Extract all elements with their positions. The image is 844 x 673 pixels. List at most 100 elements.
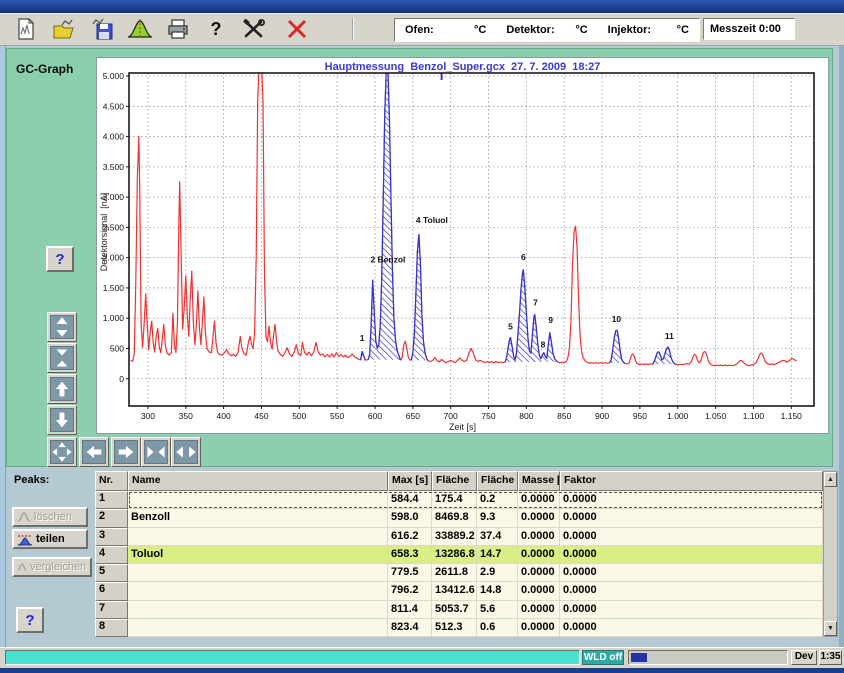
cell-flaeche_pct[interactable]: 0.6 [477, 619, 518, 637]
column-header[interactable]: Max [s] [388, 471, 432, 491]
cell-flaeche[interactable]: 175.4 [432, 491, 477, 509]
cell-max_s[interactable]: 796.2 [388, 582, 432, 600]
cell-flaeche[interactable]: 13412.6 [432, 582, 477, 600]
zoom-collapse-horizontal-button[interactable] [141, 437, 171, 467]
window-titlebar[interactable] [0, 0, 844, 13]
row-number-cell[interactable]: 7 [95, 601, 128, 619]
column-header[interactable]: Faktor [560, 471, 823, 491]
open-file-button[interactable] [48, 16, 80, 42]
cell-name[interactable] [128, 582, 388, 600]
row-number-cell[interactable]: 1 [95, 491, 128, 509]
pan-left-button[interactable] [79, 437, 109, 467]
table-row[interactable]: 2Benzoll598.08469.89.30.00000.0000 [95, 509, 823, 527]
pan-down-button[interactable] [47, 405, 77, 435]
cell-max_s[interactable]: 811.4 [388, 601, 432, 619]
table-row[interactable]: 6796.213412.614.80.00000.0000 [95, 582, 823, 600]
cell-flaeche_pct[interactable]: 5.6 [477, 601, 518, 619]
cell-flaeche_pct[interactable]: 0.2 [477, 491, 518, 509]
cell-masse_ng[interactable]: 0.0000 [518, 601, 560, 619]
pan-right-button[interactable] [111, 437, 141, 467]
cell-name[interactable] [128, 601, 388, 619]
table-row[interactable]: 7811.45053.75.60.00000.0000 [95, 601, 823, 619]
cell-masse_ng[interactable]: 0.0000 [518, 546, 560, 564]
cell-max_s[interactable]: 598.0 [388, 509, 432, 527]
cell-flaeche[interactable]: 2611.8 [432, 564, 477, 582]
new-document-button[interactable] [10, 16, 42, 42]
help-button[interactable]: ? [200, 16, 232, 42]
cell-flaeche_pct[interactable]: 37.4 [477, 528, 518, 546]
cell-flaeche_pct[interactable]: 9.3 [477, 509, 518, 527]
row-number-cell[interactable]: 5 [95, 564, 128, 582]
column-header[interactable]: Name [128, 471, 388, 491]
cell-name[interactable] [128, 619, 388, 637]
cell-masse_ng[interactable]: 0.0000 [518, 619, 560, 637]
scroll-up-button[interactable]: ▲ [824, 472, 837, 487]
print-button[interactable] [162, 16, 194, 42]
column-header[interactable]: Masse [ng] [518, 471, 560, 491]
cell-flaeche_pct[interactable]: 14.8 [477, 582, 518, 600]
cell-flaeche[interactable]: 33889.2 [432, 528, 477, 546]
scroll-down-button[interactable]: ▼ [824, 621, 837, 636]
cell-max_s[interactable]: 584.4 [388, 491, 432, 509]
cell-faktor[interactable]: 0.0000 [560, 528, 823, 546]
delete-peak-button[interactable]: löschen [12, 507, 88, 527]
zoom-collapse-vertical-button[interactable] [47, 343, 77, 373]
cell-faktor[interactable]: 0.0000 [560, 509, 823, 527]
cell-name[interactable] [128, 564, 388, 582]
cell-flaeche[interactable]: 5053.7 [432, 601, 477, 619]
cell-faktor[interactable]: 0.0000 [560, 601, 823, 619]
column-header[interactable]: Nr. [95, 471, 128, 491]
row-number-cell[interactable]: 3 [95, 528, 128, 546]
pan-up-button[interactable] [47, 374, 77, 404]
cell-flaeche_pct[interactable]: 2.9 [477, 564, 518, 582]
split-peak-button[interactable]: teilen [12, 529, 88, 549]
peaks-help-button[interactable]: ? [16, 607, 44, 633]
cell-faktor[interactable]: 0.0000 [560, 491, 823, 509]
chromatogram-plot[interactable]: 12 Benzol4 Toluol56789101130035040045050… [97, 58, 828, 433]
cell-name[interactable] [128, 491, 388, 509]
cell-flaeche[interactable]: 8469.8 [432, 509, 477, 527]
cell-name[interactable]: Benzoll [128, 509, 388, 527]
table-scrollbar[interactable]: ▲ ▼ [823, 471, 838, 637]
table-row[interactable]: 3616.233889.237.40.00000.0000 [95, 528, 823, 546]
wld-status-badge[interactable]: WLD off [582, 650, 624, 665]
save-file-button[interactable] [86, 16, 118, 42]
messzeit-display: Messzeit 0:00 [703, 18, 795, 40]
graph-help-button[interactable]: ? [46, 246, 74, 272]
row-number-cell[interactable]: 6 [95, 582, 128, 600]
table-row[interactable]: 5779.52611.82.90.00000.0000 [95, 564, 823, 582]
zoom-expand-vertical-button[interactable] [47, 312, 77, 342]
row-number-cell[interactable]: 8 [95, 619, 128, 637]
cell-masse_ng[interactable]: 0.0000 [518, 491, 560, 509]
cell-masse_ng[interactable]: 0.0000 [518, 528, 560, 546]
cell-max_s[interactable]: 779.5 [388, 564, 432, 582]
cell-flaeche_pct[interactable]: 14.7 [477, 546, 518, 564]
cell-max_s[interactable]: 823.4 [388, 619, 432, 637]
row-number-cell[interactable]: 2 [95, 509, 128, 527]
cell-faktor[interactable]: 0.0000 [560, 619, 823, 637]
cell-flaeche[interactable]: 13286.8 [432, 546, 477, 564]
cell-faktor[interactable]: 0.0000 [560, 582, 823, 600]
cell-masse_ng[interactable]: 0.0000 [518, 564, 560, 582]
table-row[interactable]: 1584.4175.40.20.00000.0000 [95, 491, 823, 509]
close-button[interactable] [281, 16, 313, 42]
cell-max_s[interactable]: 616.2 [388, 528, 432, 546]
pan-all-directions-button[interactable] [47, 437, 77, 467]
row-number-cell[interactable]: 4 [95, 546, 128, 564]
column-header[interactable]: Fläche [432, 471, 477, 491]
peak-tool-button[interactable] [124, 16, 156, 42]
cell-name[interactable] [128, 528, 388, 546]
cell-flaeche[interactable]: 512.3 [432, 619, 477, 637]
compare-peak-button[interactable]: vergleichen [12, 557, 92, 577]
cell-name[interactable]: Toluol [128, 546, 388, 564]
cell-faktor[interactable]: 0.0000 [560, 564, 823, 582]
cell-masse_ng[interactable]: 0.0000 [518, 509, 560, 527]
table-row[interactable]: 8823.4512.30.60.00000.0000 [95, 619, 823, 637]
zoom-expand-horizontal-button[interactable] [171, 437, 201, 467]
cell-faktor[interactable]: 0.0000 [560, 546, 823, 564]
cell-masse_ng[interactable]: 0.0000 [518, 582, 560, 600]
table-row[interactable]: 4Toluol658.313286.814.70.00000.0000 [95, 546, 823, 564]
settings-button[interactable] [238, 16, 270, 42]
column-header[interactable]: Fläche [%] [477, 471, 518, 491]
cell-max_s[interactable]: 658.3 [388, 546, 432, 564]
